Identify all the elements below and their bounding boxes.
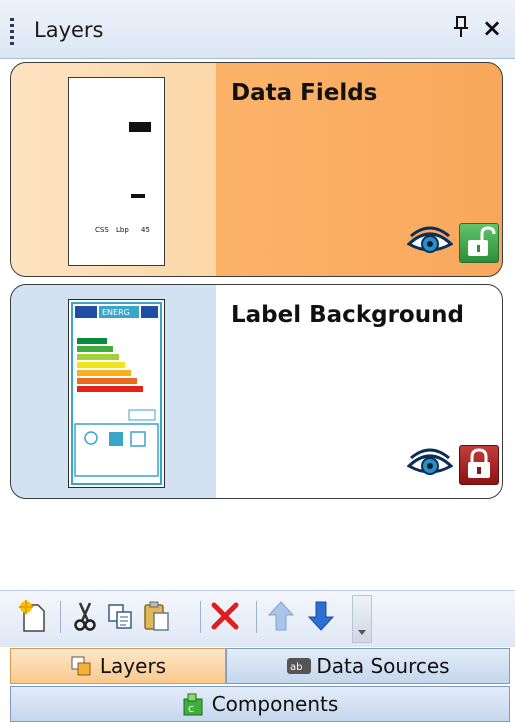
toolbar-overflow-button[interactable] (352, 595, 372, 643)
layers-toolbar (0, 590, 515, 647)
tab-components[interactable]: c Components (10, 686, 510, 722)
cut-icon[interactable] (70, 599, 100, 633)
thumb-text: CSS (95, 226, 109, 234)
energy-label-thumbnail (71, 302, 162, 485)
tab-label: Data Sources (316, 654, 450, 678)
tab-layers[interactable]: Layers (10, 648, 226, 684)
locked-padlock-icon[interactable] (459, 445, 499, 485)
thumb-text: ENERG (102, 308, 130, 317)
svg-text:ab: ab (290, 662, 302, 673)
eye-icon[interactable] (406, 448, 454, 486)
toolbar-separator (200, 601, 201, 633)
paste-icon[interactable] (142, 599, 172, 633)
drag-grip-icon[interactable] (10, 18, 14, 46)
pin-icon[interactable] (452, 16, 470, 44)
thumb-line (131, 194, 145, 198)
layer-item-data-fields[interactable]: CSS Lbp 45 Data Fields (10, 62, 503, 277)
new-layer-icon[interactable] (18, 599, 48, 633)
layer-name: Data Fields (231, 80, 378, 106)
panel-titlebar: Layers × (0, 0, 515, 59)
panel-title: Layers (34, 18, 104, 42)
tab-data-sources[interactable]: ab Data Sources (226, 648, 510, 684)
copy-icon[interactable] (106, 599, 136, 633)
layer-thumbnail: CSS Lbp 45 (68, 77, 165, 266)
tab-label: Components (211, 692, 339, 716)
thumb-text: Lbp (116, 226, 129, 234)
layers-icon (70, 655, 92, 677)
svg-text:c: c (188, 702, 194, 715)
tab-label: Layers (99, 654, 167, 678)
thumb-block (129, 122, 151, 132)
data-sources-icon: ab (286, 655, 312, 677)
unlocked-padlock-icon[interactable] (459, 223, 499, 263)
toolbar-separator (60, 601, 61, 633)
eye-icon[interactable] (406, 226, 454, 264)
components-icon: c (182, 693, 204, 716)
layer-thumbnail: ENERG (68, 299, 165, 488)
thumb-text: 45 (141, 226, 150, 234)
move-down-icon[interactable] (306, 599, 336, 633)
layer-name: Label Background (231, 302, 464, 328)
layer-item-label-background[interactable]: ENERG Label Background (10, 284, 503, 499)
close-icon[interactable]: × (482, 14, 502, 42)
delete-icon[interactable] (210, 599, 240, 633)
move-up-icon[interactable] (266, 599, 296, 633)
toolbar-separator (256, 601, 257, 633)
